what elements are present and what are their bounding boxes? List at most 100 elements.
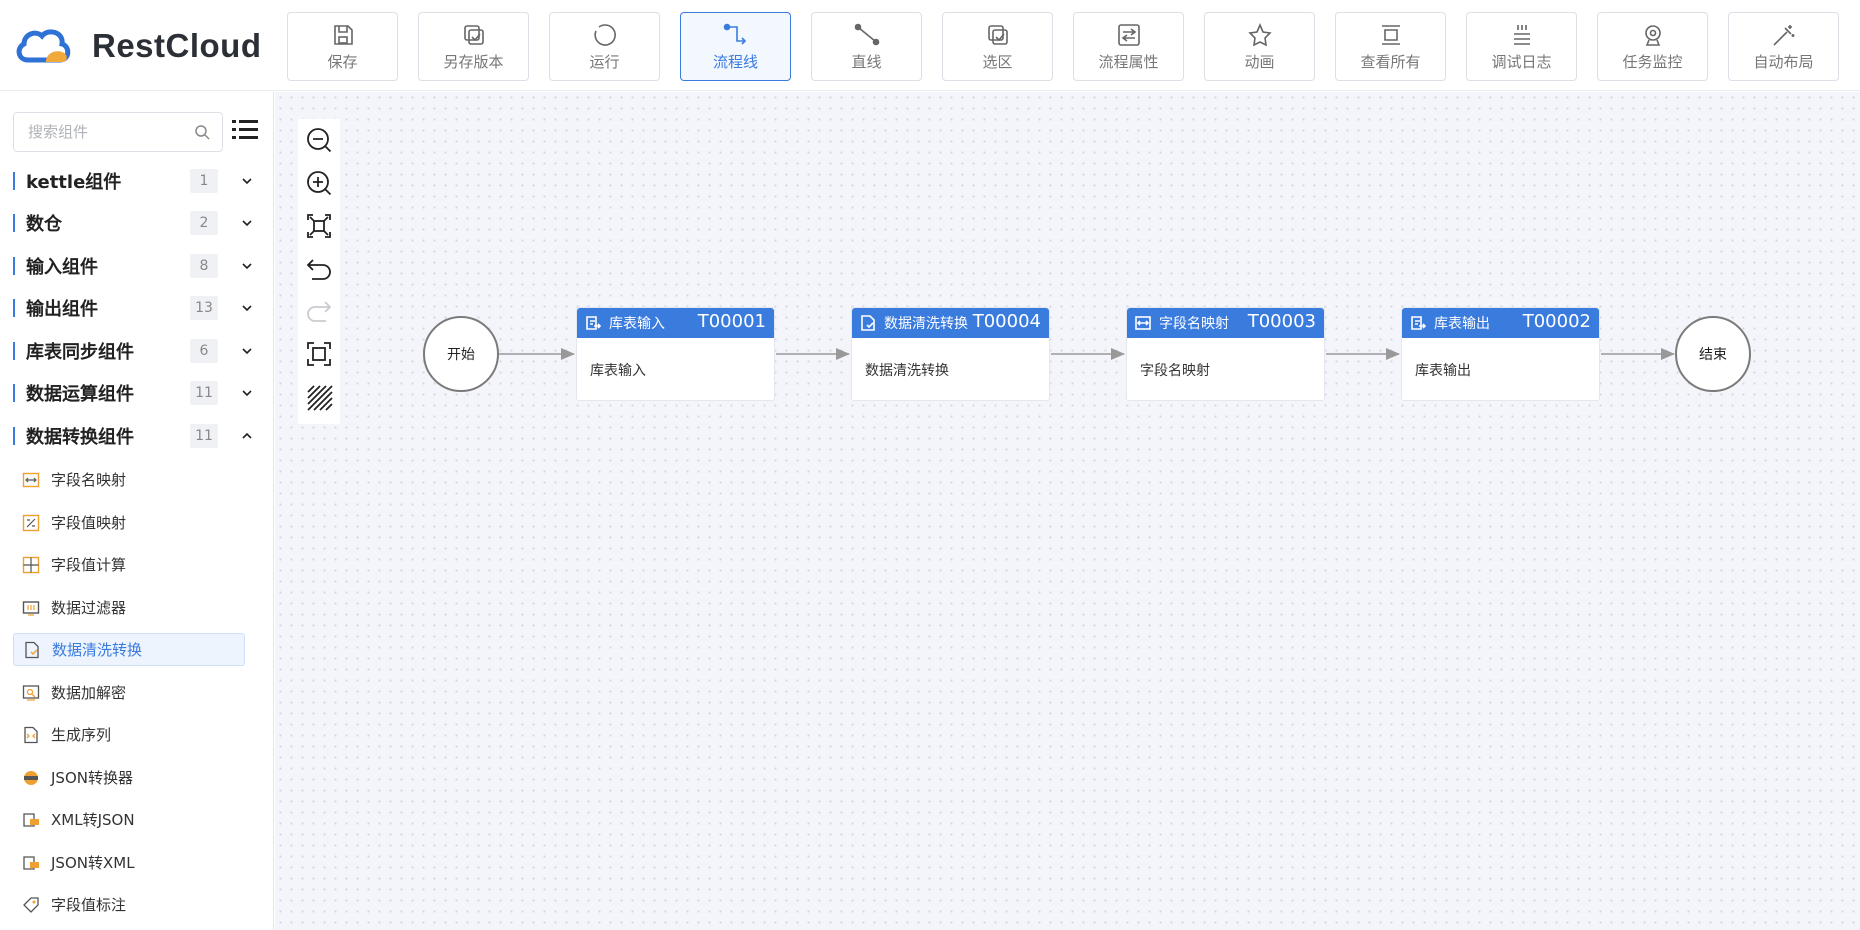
- category-marker: [13, 257, 15, 275]
- animation-icon: [1247, 22, 1272, 46]
- flow-diagram: 开始 库表输入 T00001 库表输入 数据清洗转换 T00004 数据清洗转换: [275, 92, 1860, 930]
- task-monitor-button[interactable]: 任务监控: [1597, 12, 1708, 81]
- flow-node-t00004[interactable]: 数据清洗转换 T00004 数据清洗转换: [851, 307, 1050, 401]
- save-version-button[interactable]: 另存版本: [418, 12, 529, 81]
- category-name: kettle组件: [26, 172, 122, 193]
- category-input[interactable]: 输入组件 8: [13, 251, 253, 281]
- node-header: 字段名映射 T00003: [1127, 308, 1324, 338]
- select-area-button[interactable]: 选区: [942, 12, 1053, 81]
- component-label: JSON转XML: [51, 854, 135, 872]
- flow-node-t00001[interactable]: 库表输入 T00001 库表输入: [576, 307, 775, 401]
- category-kettle[interactable]: kettle组件 1: [13, 166, 253, 196]
- end-node[interactable]: 结束: [1675, 316, 1751, 392]
- component-item[interactable]: 字段名映射: [13, 463, 245, 496]
- chevron-down-icon: [242, 220, 252, 227]
- data-filter-icon: [22, 600, 40, 616]
- table-input-icon: [586, 316, 601, 330]
- category-marker: [13, 342, 15, 360]
- flow-canvas[interactable]: 开始 库表输入 T00001 库表输入 数据清洗转换 T00004 数据清洗转换: [275, 92, 1860, 930]
- component-item-selected[interactable]: 数据清洗转换: [13, 633, 245, 666]
- save-button[interactable]: 保存: [287, 12, 398, 81]
- debug-log-button[interactable]: 调试日志: [1466, 12, 1577, 81]
- save-version-icon: [463, 24, 484, 45]
- component-sidebar: kettle组件 1 数仓 2 输入组件 8 输出组件 13 库表同步组件 6: [0, 92, 274, 930]
- component-item[interactable]: 字段值标注: [13, 888, 245, 921]
- category-name: 数仓: [26, 214, 62, 235]
- category-name: 输出组件: [26, 299, 98, 320]
- component-item[interactable]: 字段值计算: [13, 548, 245, 581]
- flow-line-label: 流程线: [712, 52, 758, 71]
- run-icon: [593, 23, 616, 46]
- chevron-up-icon: [242, 432, 252, 439]
- category-marker: [13, 427, 15, 445]
- view-all-button[interactable]: 查看所有: [1335, 12, 1446, 81]
- flow-node-t00002[interactable]: 库表输出 T00002 库表输出: [1401, 307, 1600, 401]
- search-input[interactable]: [14, 113, 184, 151]
- field-tag-icon: [23, 896, 39, 913]
- chevron-down-icon: [242, 178, 252, 185]
- component-item[interactable]: JSON转换器: [13, 761, 245, 794]
- select-area-icon: [987, 24, 1008, 45]
- category-data-warehouse[interactable]: 数仓 2: [13, 208, 253, 238]
- start-node[interactable]: 开始: [423, 316, 499, 392]
- component-label: 字段名映射: [51, 471, 127, 489]
- node-id: T00003: [1247, 311, 1316, 332]
- category-marker: [13, 172, 15, 190]
- flow-properties-button[interactable]: 流程属性: [1073, 12, 1184, 81]
- run-label: 运行: [589, 52, 620, 71]
- flow-line-button[interactable]: 流程线: [680, 12, 791, 81]
- component-item[interactable]: JSON转XML: [13, 846, 245, 879]
- toolbar: 保存 另存版本 运行 流程线 直线 选区 流程属性 动画 查看所有 调试日志 任…: [287, 12, 1839, 81]
- node-id: T00004: [972, 311, 1041, 332]
- category-count: 13: [190, 296, 218, 320]
- category-table-sync[interactable]: 库表同步组件 6: [13, 336, 253, 366]
- animation-button[interactable]: 动画: [1204, 12, 1315, 81]
- flow-node-t00003[interactable]: 字段名映射 T00003 字段名映射: [1126, 307, 1325, 401]
- field-value-mapping-icon: [22, 514, 40, 531]
- app-window: RestCloud 保存 另存版本 运行 流程线 直线 选区 流程属性 动画 查…: [0, 0, 1860, 930]
- component-label: 字段值映射: [51, 514, 127, 532]
- debug-log-icon: [1513, 24, 1530, 45]
- straight-line-button[interactable]: 直线: [811, 12, 922, 81]
- component-item[interactable]: XML转JSON: [13, 803, 245, 836]
- task-monitor-icon: [1644, 24, 1661, 46]
- header: RestCloud 保存 另存版本 运行 流程线 直线 选区 流程属性 动画 查…: [0, 0, 1860, 91]
- save-icon: [333, 24, 353, 45]
- node-header: 数据清洗转换 T00004: [852, 308, 1049, 338]
- search-icon[interactable]: [194, 124, 210, 140]
- table-output-icon: [1411, 316, 1426, 330]
- view-all-label: 查看所有: [1360, 52, 1421, 71]
- component-item[interactable]: 数据加解密: [13, 676, 245, 709]
- component-item[interactable]: 数据过滤器: [13, 591, 245, 624]
- category-output[interactable]: 输出组件 13: [13, 293, 253, 323]
- component-label: 数据清洗转换: [52, 641, 143, 659]
- chevron-down-icon: [242, 263, 252, 270]
- component-search: [13, 112, 223, 152]
- save-version-label: 另存版本: [443, 52, 504, 71]
- category-data-operation[interactable]: 数据运算组件 11: [13, 378, 253, 408]
- list-view-icon[interactable]: [232, 118, 258, 144]
- component-label: 生成序列: [51, 726, 112, 744]
- run-button[interactable]: 运行: [549, 12, 660, 81]
- straight-line-label: 直线: [851, 52, 882, 71]
- data-cleansing-icon: [861, 315, 875, 331]
- category-count: 2: [190, 211, 218, 235]
- component-item[interactable]: 字段值映射: [13, 506, 245, 539]
- auto-layout-label: 自动布局: [1753, 52, 1814, 71]
- category-marker: [13, 299, 15, 317]
- category-count: 11: [190, 424, 218, 448]
- component-label: 数据过滤器: [51, 599, 127, 617]
- category-count: 8: [190, 254, 218, 278]
- animation-label: 动画: [1244, 52, 1275, 71]
- chevron-down-icon: [242, 305, 252, 312]
- component-item[interactable]: 生成序列: [13, 718, 245, 751]
- debug-log-label: 调试日志: [1491, 52, 1552, 71]
- category-marker: [13, 384, 15, 402]
- node-id: T00002: [1522, 311, 1591, 332]
- component-label: XML转JSON: [51, 811, 135, 829]
- auto-layout-button[interactable]: 自动布局: [1728, 12, 1839, 81]
- straight-line-icon: [854, 23, 879, 45]
- category-name: 数据转换组件: [26, 427, 134, 448]
- chevron-down-icon: [242, 348, 252, 355]
- category-data-transform[interactable]: 数据转换组件 11: [13, 421, 253, 451]
